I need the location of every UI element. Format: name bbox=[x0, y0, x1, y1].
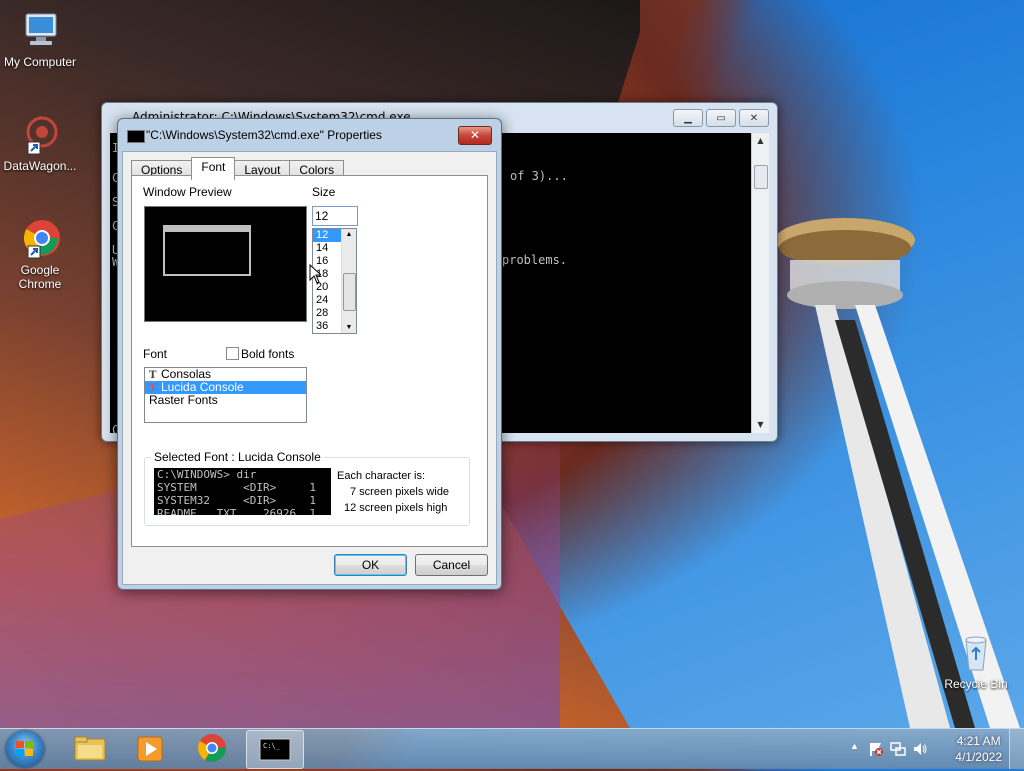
close-button[interactable]: ✕ bbox=[739, 109, 769, 127]
desktop-icon-my-computer[interactable]: My Computer bbox=[0, 8, 80, 69]
size-input[interactable]: 12 bbox=[312, 206, 358, 226]
datawagon-icon bbox=[18, 112, 62, 156]
dialog-titlebar[interactable]: "C:\Windows\System32\cmd.exe" Properties… bbox=[118, 119, 501, 151]
minimize-button[interactable]: ▁ bbox=[673, 109, 703, 127]
desktop-icon-datawagon[interactable]: DataWagon... bbox=[0, 112, 80, 173]
recycle-bin-icon bbox=[954, 630, 998, 674]
scroll-thumb[interactable] bbox=[343, 273, 356, 311]
taskbar-media-player[interactable] bbox=[122, 730, 178, 767]
cmd-icon bbox=[127, 130, 145, 143]
font-tab-panel: Window Preview Size 12 12 14 16 18 20 24… bbox=[131, 175, 488, 547]
taskbar-chrome[interactable] bbox=[184, 730, 240, 767]
network-icon[interactable] bbox=[890, 741, 906, 757]
font-option-label: Lucida Console bbox=[161, 380, 244, 394]
taskbar-explorer[interactable] bbox=[62, 730, 118, 767]
size-label: Size bbox=[312, 185, 336, 199]
scroll-up-icon[interactable]: ▲ bbox=[342, 231, 356, 238]
selected-font-group: Selected Font : Lucida Console C:\WINDOW… bbox=[144, 450, 470, 526]
dialog-title: "C:\Windows\System32\cmd.exe" Properties bbox=[146, 128, 382, 142]
dialog-close-button[interactable]: ✕ bbox=[458, 126, 492, 145]
start-button[interactable] bbox=[6, 731, 44, 767]
close-icon: ✕ bbox=[749, 112, 759, 124]
taskbar-clock[interactable]: 4:21 AM 4/1/2022 bbox=[955, 733, 1002, 765]
cmd-icon: C:\_ bbox=[259, 738, 291, 761]
clock-date: 4/1/2022 bbox=[955, 750, 1002, 764]
window-preview bbox=[144, 206, 307, 322]
bold-fonts-label[interactable]: Bold fonts bbox=[241, 347, 294, 361]
action-center-flag-icon[interactable] bbox=[868, 741, 884, 757]
folder-icon bbox=[74, 736, 106, 761]
computer-icon bbox=[18, 8, 62, 52]
scroll-up-icon[interactable]: ▲ bbox=[752, 133, 769, 149]
console-line: of 3)... bbox=[510, 169, 568, 183]
desktop-icon-chrome[interactable]: Google Chrome bbox=[0, 216, 80, 291]
mouse-cursor-icon bbox=[309, 264, 321, 284]
cmd-scrollbar[interactable]: ▲ ▼ bbox=[751, 133, 769, 433]
font-listbox[interactable]: T Consolas T Lucida Console Raster Fonts bbox=[144, 367, 307, 423]
preview-window bbox=[163, 225, 251, 276]
desktop-icon-label: Recycle Bin bbox=[944, 677, 1008, 691]
size-option[interactable]: 12 bbox=[313, 229, 342, 242]
size-option[interactable]: 28 bbox=[313, 307, 342, 320]
char-height: 12 screen pixels high bbox=[344, 502, 448, 514]
desktop-icon-recycle-bin[interactable]: Recycle Bin bbox=[936, 630, 1016, 691]
window-preview-label: Window Preview bbox=[143, 185, 232, 199]
minimize-icon: ▁ bbox=[684, 112, 692, 124]
desktop-icon-label: My Computer bbox=[3, 55, 77, 69]
system-tray: ▲ 4:21 AM 4/1/2022 bbox=[824, 729, 1024, 769]
scroll-thumb[interactable] bbox=[754, 165, 768, 189]
svg-text:C:\_: C:\_ bbox=[263, 742, 281, 750]
taskbar: C:\_ ▲ 4:21 AM 4/1/2022 bbox=[0, 728, 1024, 769]
cancel-button[interactable]: Cancel bbox=[415, 554, 488, 576]
size-option[interactable]: 24 bbox=[313, 294, 342, 307]
maximize-button[interactable]: ▭ bbox=[706, 109, 736, 127]
windows-logo-icon bbox=[16, 741, 33, 756]
volume-icon[interactable] bbox=[912, 741, 928, 757]
ok-button[interactable]: OK bbox=[334, 554, 407, 576]
font-option[interactable]: Raster Fonts bbox=[145, 394, 306, 407]
scroll-down-icon[interactable]: ▼ bbox=[752, 417, 769, 433]
font-label: Font bbox=[143, 347, 168, 361]
char-info-title: Each character is: bbox=[337, 470, 426, 482]
clock-time: 4:21 AM bbox=[956, 734, 1001, 748]
size-option[interactable]: 36 bbox=[313, 320, 342, 333]
chrome-icon bbox=[18, 216, 62, 260]
desktop-icon-label: Google Chrome bbox=[18, 263, 62, 291]
char-width: 7 screen pixels wide bbox=[350, 486, 450, 498]
media-player-icon bbox=[137, 736, 163, 762]
desktop-icon-label: DataWagon... bbox=[3, 159, 77, 173]
char-info: Each character is: 7 screen pixels wide … bbox=[337, 468, 449, 516]
font-option-label: Consolas bbox=[161, 367, 212, 381]
bold-fonts-checkbox[interactable] bbox=[226, 347, 239, 360]
show-desktop-button[interactable] bbox=[1009, 729, 1024, 769]
dialog-body: Options Font Layout Colors Window Previe… bbox=[122, 151, 497, 585]
taskbar-cmd[interactable]: C:\_ bbox=[246, 730, 304, 769]
tab-font[interactable]: Font bbox=[191, 157, 236, 180]
scroll-down-icon[interactable]: ▼ bbox=[342, 324, 356, 331]
font-sample-preview: C:\WINDOWS> dir SYSTEM <DIR> 1 SYSTEM32 … bbox=[154, 468, 331, 515]
maximize-icon: ▭ bbox=[716, 112, 726, 124]
console-line: problems. bbox=[502, 253, 568, 267]
properties-dialog[interactable]: "C:\Windows\System32\cmd.exe" Properties… bbox=[117, 118, 502, 590]
size-option[interactable]: 14 bbox=[313, 242, 342, 255]
chrome-icon bbox=[198, 734, 226, 762]
selected-font-legend: Selected Font : Lucida Console bbox=[151, 450, 324, 464]
show-hidden-icons-icon[interactable]: ▲ bbox=[850, 741, 859, 751]
font-option-label: Raster Fonts bbox=[149, 393, 218, 407]
size-scrollbar[interactable]: ▲ ▼ bbox=[341, 229, 356, 333]
